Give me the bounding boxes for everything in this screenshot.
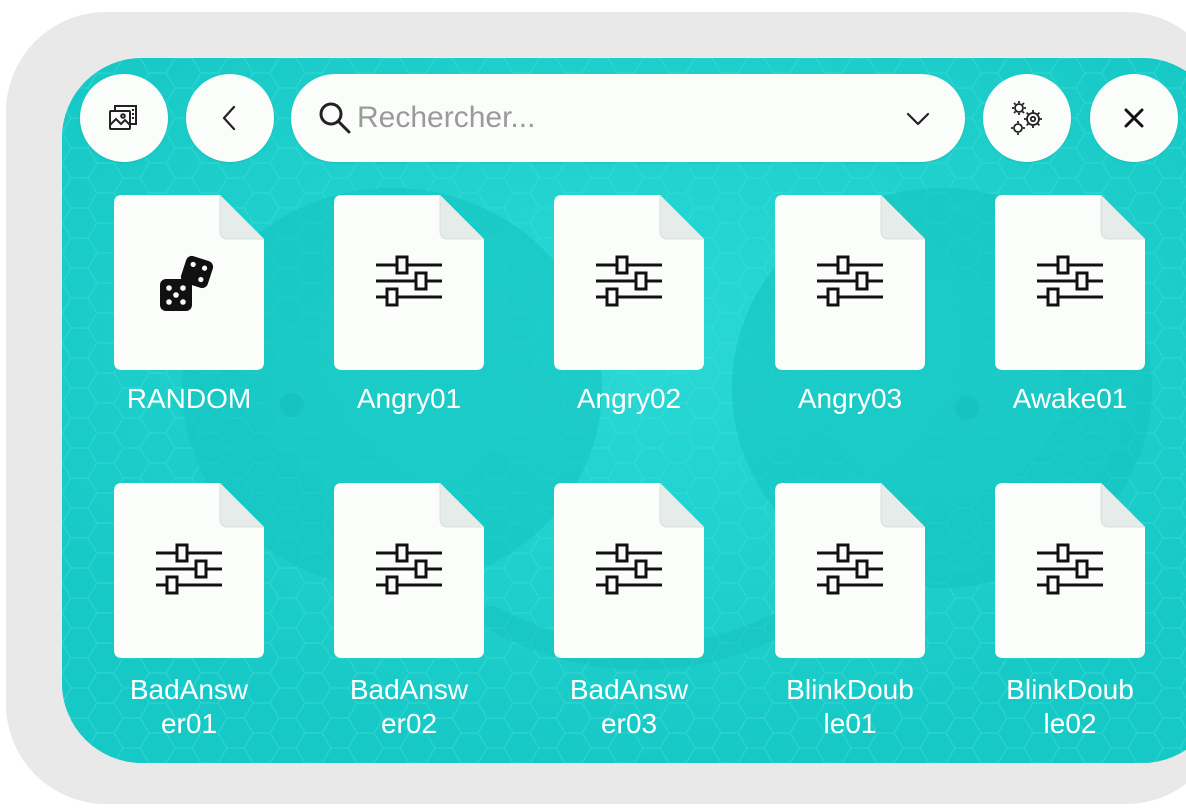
sliders-icon [376, 255, 442, 307]
dice-icon [160, 255, 214, 311]
gears-icon [1011, 101, 1042, 135]
file-tile-label: BlinkDoub le01 [786, 674, 914, 739]
sliders-icon [1037, 543, 1103, 595]
file-tile-label: Angry03 [797, 383, 903, 414]
file-tile-label: BadAnsw er03 [569, 674, 689, 739]
settings-button[interactable] [983, 74, 1071, 162]
close-icon [1124, 108, 1144, 128]
file-tile-label: Angry02 [576, 383, 682, 414]
file-tile-label: BlinkDoub le02 [1006, 674, 1134, 739]
gallery-button[interactable] [80, 74, 168, 162]
search-input[interactable] [357, 94, 877, 142]
file-tile-label: BadAnsw er01 [129, 674, 249, 739]
close-button[interactable] [1090, 74, 1178, 162]
file-tile-label: RANDOM [126, 383, 252, 414]
file-tile-label: Awake01 [1012, 383, 1128, 414]
file-tile-label: BadAnsw er02 [349, 674, 469, 739]
sliders-icon [817, 255, 883, 307]
sliders-icon [156, 543, 222, 595]
file-tile-label: Angry01 [356, 383, 462, 414]
sliders-icon [1037, 255, 1103, 307]
sliders-icon [596, 255, 662, 307]
search-bar[interactable] [291, 74, 965, 162]
back-button[interactable] [186, 74, 274, 162]
sliders-icon [817, 543, 883, 595]
sliders-icon [376, 543, 442, 595]
gallery-icon [109, 105, 137, 130]
sliders-icon [596, 543, 662, 595]
chevron-left-icon [222, 105, 236, 131]
search-icon [319, 102, 351, 134]
chevron-down-icon[interactable] [905, 108, 931, 130]
